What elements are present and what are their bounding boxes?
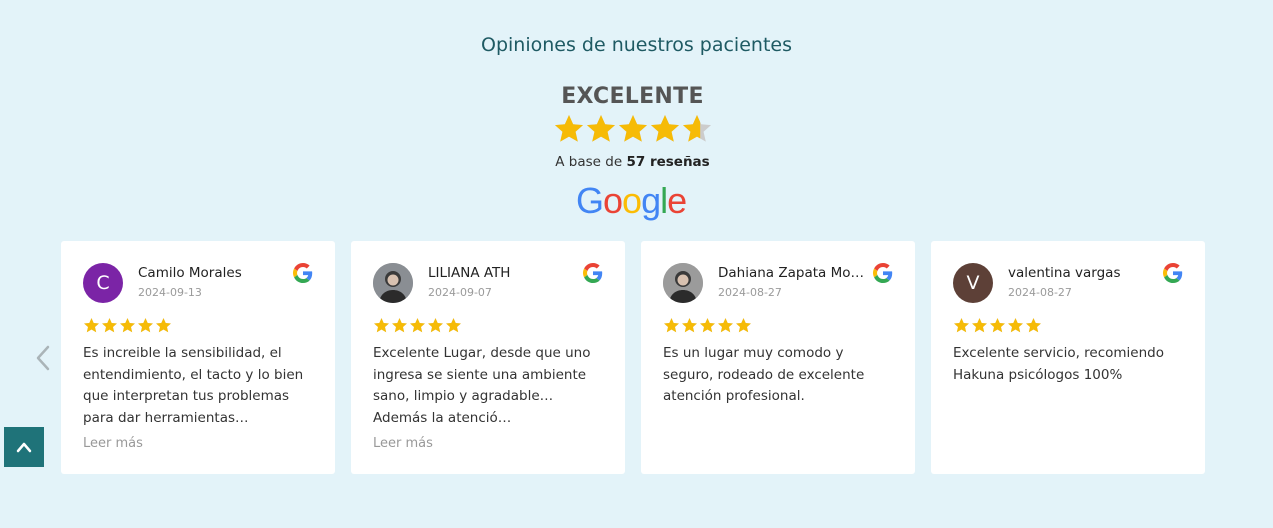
star-icon <box>102 318 117 333</box>
star-icon <box>1008 318 1023 333</box>
review-text: Es un lugar muy comodo y seguro, rodeado… <box>663 345 865 404</box>
google-logo: Google <box>576 180 687 222</box>
review-card: LILIANA ATH 2024-09-07 Excelente Lugar, de… <box>351 241 625 474</box>
review-stars <box>953 317 1042 335</box>
review-stars <box>663 317 752 335</box>
chevron-left-icon <box>36 345 50 371</box>
google-logo-letter: g <box>641 180 661 221</box>
avatar: V <box>953 263 993 303</box>
avatar <box>663 263 703 303</box>
star-icon <box>619 115 647 142</box>
reviewer-name: Camilo Morales <box>138 265 242 281</box>
read-more-link[interactable]: Leer más <box>83 436 143 451</box>
google-icon <box>293 263 313 283</box>
review-date: 2024-08-27 <box>718 286 782 299</box>
review-count-prefix: A base de <box>555 154 623 170</box>
google-icon <box>1163 263 1183 283</box>
review-stars <box>373 317 462 335</box>
star-icon <box>428 318 443 333</box>
star-icon <box>954 318 969 333</box>
reviewer-name: LILIANA ATH <box>428 265 511 281</box>
avatar-photo <box>373 263 413 303</box>
read-more-link[interactable]: Leer más <box>373 436 433 451</box>
review-date: 2024-09-13 <box>138 286 202 299</box>
star-icon <box>392 318 407 333</box>
back-to-top-button[interactable] <box>4 427 44 467</box>
review-count-value: 57 reseñas <box>626 154 710 170</box>
star-icon <box>84 318 99 333</box>
star-icon <box>1026 318 1041 333</box>
reviewer-name: valentina vargas <box>1008 265 1121 281</box>
review-text: Excelente servicio, recomiendo Hakuna ps… <box>953 345 1164 383</box>
chevron-up-icon <box>16 442 32 453</box>
google-logo-letter: o <box>603 180 623 221</box>
review-date: 2024-09-07 <box>428 286 492 299</box>
star-icon <box>664 318 679 333</box>
star-icon <box>410 318 425 333</box>
overall-rating-stars <box>553 113 713 151</box>
star-icon <box>555 115 583 142</box>
reviewer-name: Dahiana Zapata Mo… <box>718 265 864 281</box>
google-logo-letter: o <box>622 180 642 221</box>
google-icon <box>873 263 893 283</box>
google-logo-letter: l <box>660 180 668 221</box>
review-date: 2024-08-27 <box>1008 286 1072 299</box>
review-card: C Camilo Morales 2024-09-13 Es increible la… <box>61 241 335 474</box>
avatar-photo <box>663 263 703 303</box>
review-stars <box>83 317 172 335</box>
star-icon <box>736 318 751 333</box>
star-icon <box>718 318 733 333</box>
review-text: Es increible la sensibilidad, el entendi… <box>83 345 304 426</box>
rating-word: EXCELENTE <box>561 84 704 109</box>
review-card: Vvalentina vargas 2024-08-27 Excelente ser… <box>931 241 1205 474</box>
star-icon <box>138 318 153 333</box>
avatar <box>373 263 413 303</box>
star-icon <box>374 318 389 333</box>
star-icon <box>990 318 1005 333</box>
star-icon <box>156 318 171 333</box>
review-card: Dahiana Zapata Mo… 2024-08-27 Es un lugar … <box>641 241 915 474</box>
star-icon <box>587 115 615 142</box>
google-icon <box>583 263 603 283</box>
star-icon <box>700 318 715 333</box>
review-text: Excelente Lugar, desde que uno ingresa s… <box>373 345 591 426</box>
avatar: C <box>83 263 123 303</box>
star-icon <box>120 318 135 333</box>
google-logo-letter: G <box>576 180 604 221</box>
review-count: A base de 57 reseñas <box>0 154 1265 170</box>
google-logo-letter: e <box>667 180 687 221</box>
star-icon <box>683 115 711 142</box>
star-icon <box>446 318 461 333</box>
section-title: Opiniones de nuestros pacientes <box>481 34 792 56</box>
carousel-prev-button[interactable] <box>32 343 54 373</box>
star-icon <box>651 115 679 142</box>
star-icon <box>972 318 987 333</box>
star-icon <box>682 318 697 333</box>
